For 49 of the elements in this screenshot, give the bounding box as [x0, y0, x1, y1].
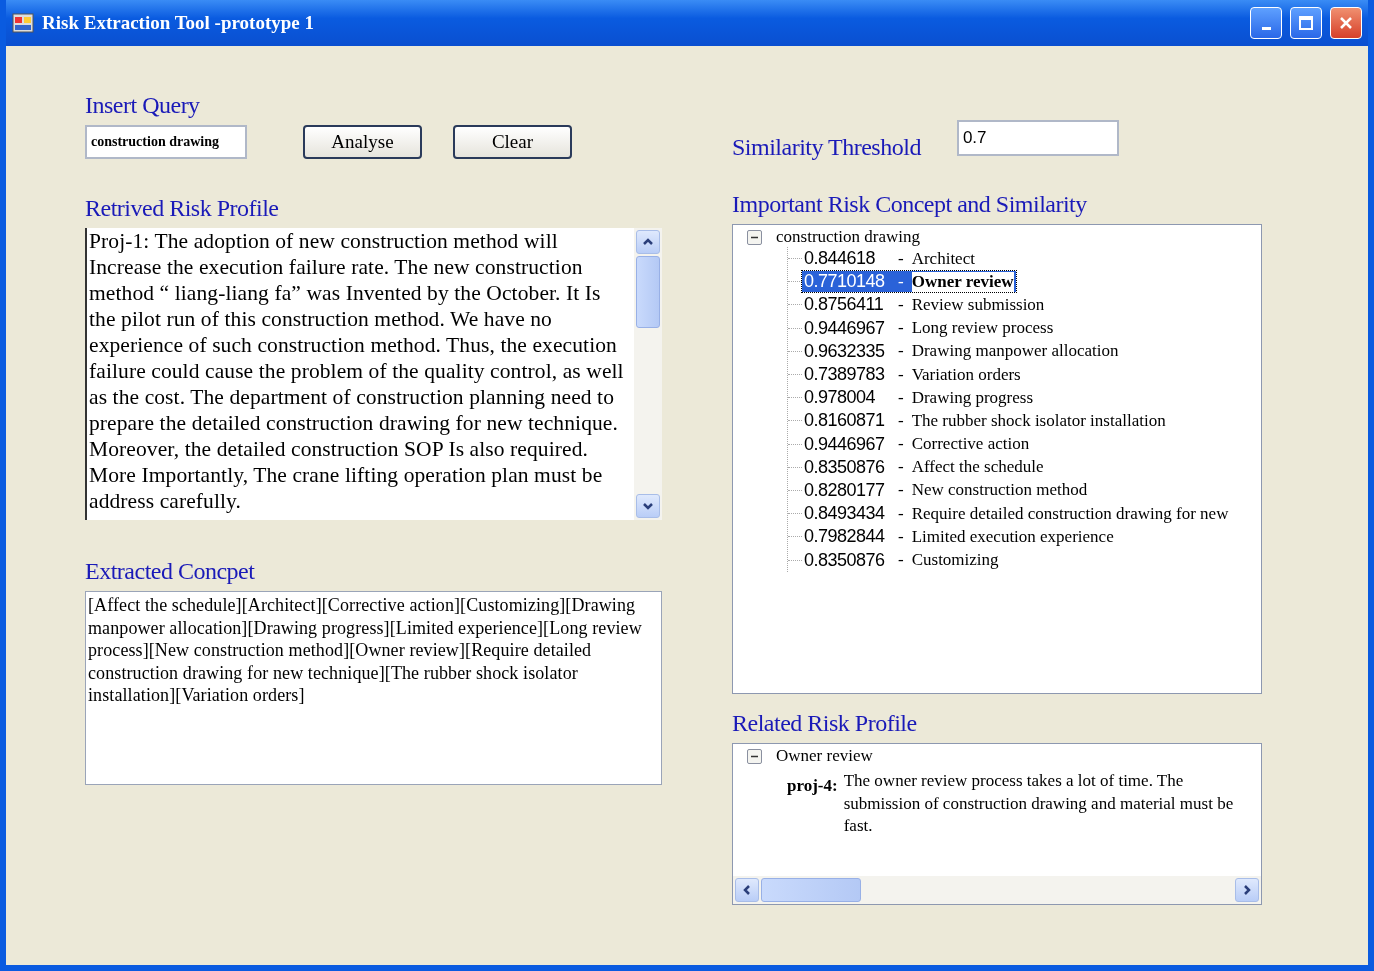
- tree-item[interactable]: 0.844618 - Architect: [802, 248, 977, 270]
- threshold-label: Similarity Threshold: [732, 134, 921, 161]
- tree-item[interactable]: 0.9446967 - Long review process: [802, 317, 1056, 339]
- tree-item[interactable]: 0.8350876 - Customizing: [802, 549, 1001, 571]
- tree-node[interactable]: construction drawing: [776, 227, 920, 247]
- maximize-button[interactable]: [1290, 7, 1322, 39]
- project-label: proj-4:: [787, 776, 838, 796]
- tree-item[interactable]: 0.7710148 - Owner review: [802, 271, 1016, 293]
- tree-item[interactable]: 0.9446967 - Corrective action: [802, 433, 1032, 455]
- app-icon: [12, 13, 34, 33]
- related-text: The owner review process takes a lot of time. The submission of construction drawing and material must be fast.: [843, 770, 1235, 837]
- maximize-icon: [1298, 15, 1314, 31]
- scroll-thumb[interactable]: [761, 878, 861, 902]
- minimize-icon: [1261, 26, 1271, 30]
- concept-text: [Affect the schedule][Architect][Corrective action][Customizing][Drawing manpower allocation][Drawing progress][Limited experience][Long review process][New construction method][Owner review][Require detailed construction drawing for new technique][The rubber shock isolator installation][Variation orders]: [87, 594, 643, 707]
- tree-item[interactable]: 0.978004 - Drawing progress: [802, 387, 1035, 409]
- collapse-toggle[interactable]: [747, 229, 762, 245]
- tree-item[interactable]: 0.8280177 - New construction method: [802, 479, 1090, 501]
- collapse-toggle[interactable]: [747, 748, 762, 764]
- section-title: Retrived Risk Profile: [85, 195, 280, 222]
- scroll-left-button[interactable]: [735, 878, 759, 902]
- tree-item[interactable]: 0.7389783 - Variation orders: [802, 364, 1023, 386]
- threshold-field[interactable]: 0.7: [956, 119, 1119, 156]
- vertical-scrollbar[interactable]: [634, 228, 662, 520]
- query-label: Insert Query: [85, 92, 201, 119]
- scroll-thumb[interactable]: [636, 256, 660, 328]
- concept-text-area[interactable]: [85, 591, 662, 785]
- query-field[interactable]: construction drawing: [85, 125, 247, 159]
- section-title: Related Risk Profile: [732, 710, 918, 737]
- tree-item[interactable]: 0.8160871 - The rubber shock isolator installation: [802, 410, 1168, 432]
- scroll-up-button[interactable]: [636, 230, 660, 254]
- section-title: Extracted Concpet: [85, 558, 256, 585]
- clear-button[interactable]: Clear: [453, 125, 572, 159]
- scroll-right-button[interactable]: [1235, 878, 1259, 902]
- window-title: Risk Extraction Tool -prototype 1: [42, 12, 315, 34]
- tree-node[interactable]: Owner review: [776, 746, 873, 766]
- tree-item[interactable]: 0.9632335 - Drawing manpower allocation: [802, 340, 1121, 362]
- profile-text: Proj-1: The adoption of new construction method will Increase the execution failure rate. The new construction method “ liang-liang fa” was Invented by the October. It Is the pilot run of this construction method. We have no experience of such construction method. Thus, the execution failure could cause the problem of the quality control, as well as the cost. The department of construction planning need to prepare the detailed construction drawing for new technique. Moreover, the detailed construction SOP Is also required. More Importantly, The crane lifting operation plan must be address carefully.: [88, 228, 625, 515]
- close-button[interactable]: [1330, 7, 1362, 39]
- tree-item[interactable]: 0.8493434 - Require detailed construction drawing for new: [802, 503, 1231, 525]
- section-title: Important Risk Concept and Similarity: [732, 191, 1088, 218]
- horizontal-scrollbar[interactable]: [733, 876, 1261, 904]
- scroll-down-button[interactable]: [636, 494, 660, 518]
- analyse-button[interactable]: Analyse: [303, 125, 422, 159]
- tree-item[interactable]: 0.7982844 - Limited execution experience: [802, 526, 1116, 548]
- tree-item[interactable]: 0.8756411 - Review submission: [802, 294, 1047, 316]
- tree-item[interactable]: 0.8350876 - Affect the schedule: [802, 456, 1046, 478]
- close-icon: [1338, 15, 1354, 31]
- minimize-button[interactable]: [1250, 7, 1282, 39]
